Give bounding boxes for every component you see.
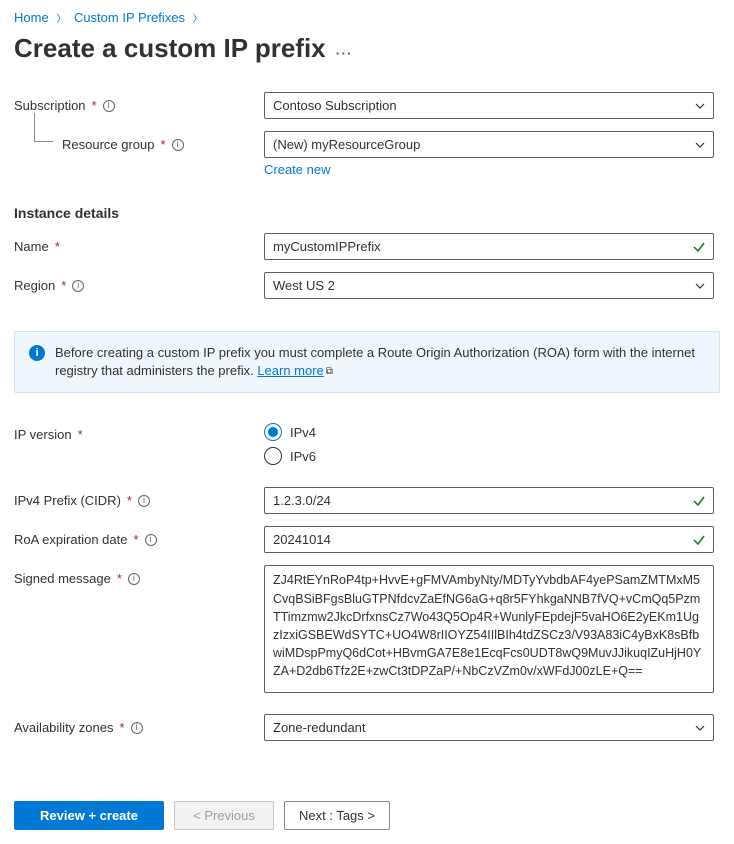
subscription-label: Subscription * i — [14, 92, 264, 113]
breadcrumb-home[interactable]: Home — [14, 10, 49, 25]
info-icon[interactable]: i — [145, 534, 157, 546]
external-link-icon: ⧉ — [326, 366, 333, 377]
region-label: Region * i — [14, 272, 264, 293]
region-select[interactable]: West US 2 — [264, 272, 714, 299]
info-icon: i — [29, 345, 45, 361]
signed-message-label: Signed message * i — [14, 565, 264, 586]
required-asterisk: * — [119, 720, 124, 735]
previous-button: < Previous — [174, 801, 274, 830]
ipv4-prefix-input[interactable] — [264, 487, 714, 514]
ipv4-prefix-label: IPv4 Prefix (CIDR) * i — [14, 487, 264, 508]
page-title: Create a custom IP prefix ··· — [14, 33, 720, 64]
subscription-select[interactable]: Contoso Subscription — [264, 92, 714, 119]
availability-zones-label-text: Availability zones — [14, 720, 113, 735]
info-icon[interactable]: i — [72, 280, 84, 292]
roa-info-box: i Before creating a custom IP prefix you… — [14, 331, 720, 393]
availability-zones-select[interactable]: Zone-redundant — [264, 714, 714, 741]
required-asterisk: * — [133, 532, 138, 547]
info-icon[interactable]: i — [138, 495, 150, 507]
wizard-footer: Review + create < Previous Next : Tags > — [14, 793, 720, 830]
breadcrumb: Home 〉 Custom IP Prefixes 〉 — [14, 8, 720, 33]
review-create-button[interactable]: Review + create — [14, 801, 164, 830]
ipv6-radio-label: IPv6 — [290, 449, 316, 464]
roa-info-message: Before creating a custom IP prefix you m… — [55, 344, 705, 380]
name-label: Name * — [14, 233, 264, 254]
info-icon[interactable]: i — [128, 573, 140, 585]
required-asterisk: * — [127, 493, 132, 508]
availability-zones-label: Availability zones * i — [14, 714, 264, 735]
ipv4-radio-label: IPv4 — [290, 425, 316, 440]
ip-version-radio-group: IPv4 IPv6 — [264, 421, 714, 465]
ipv6-radio[interactable]: IPv6 — [264, 447, 714, 465]
resource-group-label: Resource group * i — [14, 131, 264, 152]
resource-group-select[interactable]: (New) myResourceGroup — [264, 131, 714, 158]
chevron-right-icon: 〉 — [52, 14, 70, 25]
roa-info-text: Before creating a custom IP prefix you m… — [55, 345, 695, 378]
learn-more-link[interactable]: Learn more — [257, 363, 323, 378]
info-icon[interactable]: i — [103, 100, 115, 112]
page-title-text: Create a custom IP prefix — [14, 33, 326, 64]
breadcrumb-custom-ip-prefixes[interactable]: Custom IP Prefixes — [74, 10, 185, 25]
chevron-right-icon: 〉 — [189, 14, 207, 25]
instance-details-heading: Instance details — [14, 205, 720, 221]
ip-version-label: IP version * — [14, 421, 264, 442]
required-asterisk: * — [117, 571, 122, 586]
resource-group-label-text: Resource group — [62, 137, 155, 152]
required-asterisk: * — [61, 278, 66, 293]
name-input[interactable] — [264, 233, 714, 260]
info-icon[interactable]: i — [172, 139, 184, 151]
required-asterisk: * — [161, 137, 166, 152]
info-icon[interactable]: i — [131, 722, 143, 734]
create-new-resource-group-link[interactable]: Create new — [264, 162, 330, 177]
radio-icon — [264, 447, 282, 465]
ipv4-radio[interactable]: IPv4 — [264, 423, 714, 441]
subscription-label-text: Subscription — [14, 98, 86, 113]
signed-message-label-text: Signed message — [14, 571, 111, 586]
name-label-text: Name — [14, 239, 49, 254]
next-tags-button[interactable]: Next : Tags > — [284, 801, 390, 830]
more-actions-button[interactable]: ··· — [336, 45, 353, 61]
signed-message-textarea[interactable] — [264, 565, 714, 693]
roa-expiration-input[interactable] — [264, 526, 714, 553]
required-asterisk: * — [92, 98, 97, 113]
required-asterisk: * — [78, 427, 83, 442]
ipv4-prefix-label-text: IPv4 Prefix (CIDR) — [14, 493, 121, 508]
required-asterisk: * — [55, 239, 60, 254]
roa-expiration-label: RoA expiration date * i — [14, 526, 264, 547]
ip-version-label-text: IP version — [14, 427, 72, 442]
region-label-text: Region — [14, 278, 55, 293]
roa-expiration-label-text: RoA expiration date — [14, 532, 127, 547]
radio-icon — [264, 423, 282, 441]
